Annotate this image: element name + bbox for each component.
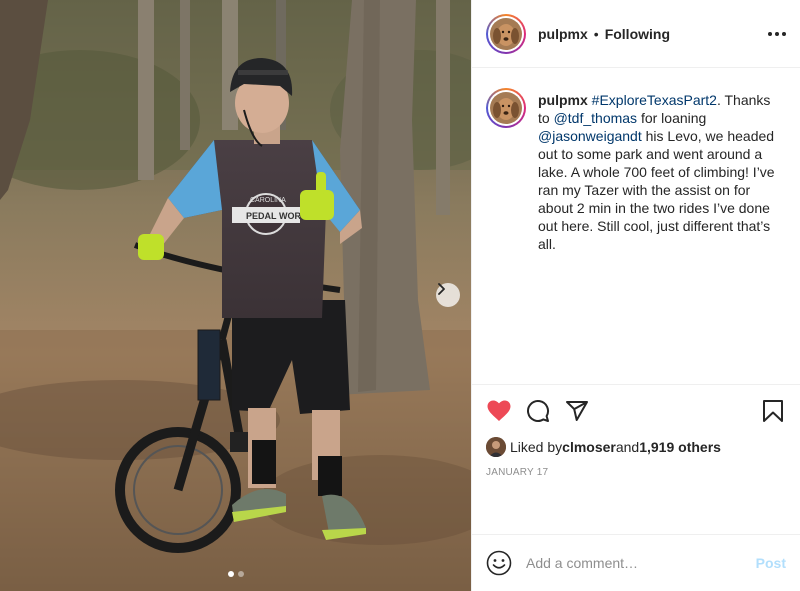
more-options-button[interactable] (768, 31, 786, 36)
header-username[interactable]: pulpmx (538, 26, 588, 42)
header-separator: • (593, 25, 599, 42)
caption-fragment: his Levo, we headed out to some park and… (538, 128, 775, 252)
action-bar (486, 385, 786, 435)
comment-icon (527, 400, 550, 422)
dog-avatar-image (490, 17, 522, 50)
hashtag-link[interactable]: #ExploreTexasPart2 (592, 92, 717, 108)
emoji-icon[interactable] (486, 550, 512, 576)
carousel-next-button[interactable] (436, 283, 460, 307)
likes-prefix: Liked by (510, 439, 563, 455)
caption-avatar[interactable] (486, 88, 526, 128)
jersey-text-left: PEDAL (246, 211, 277, 221)
post-comment-button[interactable]: Post (756, 555, 786, 571)
post-header: pulpmx • Following (472, 0, 800, 68)
likes-summary: Liked by clmoser and 1,919 others (486, 435, 786, 459)
liker-avatar[interactable] (486, 437, 506, 457)
comment-bar: Post (472, 534, 800, 591)
liker-username[interactable]: clmoser (562, 439, 616, 455)
carousel-indicator (0, 571, 471, 577)
mention-link[interactable]: @tdf_thomas (554, 110, 637, 126)
heart-icon (487, 400, 511, 421)
share-button[interactable] (564, 398, 590, 424)
likes-middle: and (615, 439, 640, 455)
mention-link[interactable]: @jasonweigandt (538, 128, 642, 144)
dog-avatar-image (490, 92, 522, 124)
following-button[interactable]: Following (605, 26, 670, 42)
more-horizontal-icon (768, 31, 772, 36)
chevron-right-icon (438, 283, 445, 295)
caption-username[interactable]: pulpmx (538, 92, 588, 108)
post-photo[interactable]: PEDAL WORKS CAROLINA (0, 0, 471, 591)
post-date[interactable]: JANUARY 17 (486, 467, 786, 478)
header-avatar[interactable] (486, 13, 526, 54)
caption-fragment: for loaning (637, 110, 707, 126)
bookmark-icon (763, 400, 783, 422)
post-side-panel: pulpmx • Following pulpmx #ExploreTexasP… (471, 0, 800, 591)
carousel-dot-active (227, 571, 234, 577)
photo-illustration: PEDAL WORKS CAROLINA (0, 0, 471, 591)
instagram-post: PEDAL WORKS CAROLINA pulpmx • Following … (0, 0, 800, 591)
comment-button[interactable] (525, 398, 551, 424)
caption-section: pulpmx #ExploreTexasPart2. Thanks to @td… (472, 68, 800, 384)
likes-count-link[interactable]: 1,919 others (639, 439, 721, 455)
share-icon (566, 401, 588, 421)
caption-text: pulpmx #ExploreTexasPart2. Thanks to @td… (538, 88, 784, 253)
actions-section: Liked by clmoser and 1,919 others JANUAR… (472, 384, 800, 534)
save-button[interactable] (760, 398, 786, 424)
jersey-text-top: CAROLINA (250, 197, 286, 204)
carousel-dot (237, 571, 244, 577)
like-button[interactable] (486, 398, 512, 424)
comment-input[interactable] (526, 555, 756, 571)
